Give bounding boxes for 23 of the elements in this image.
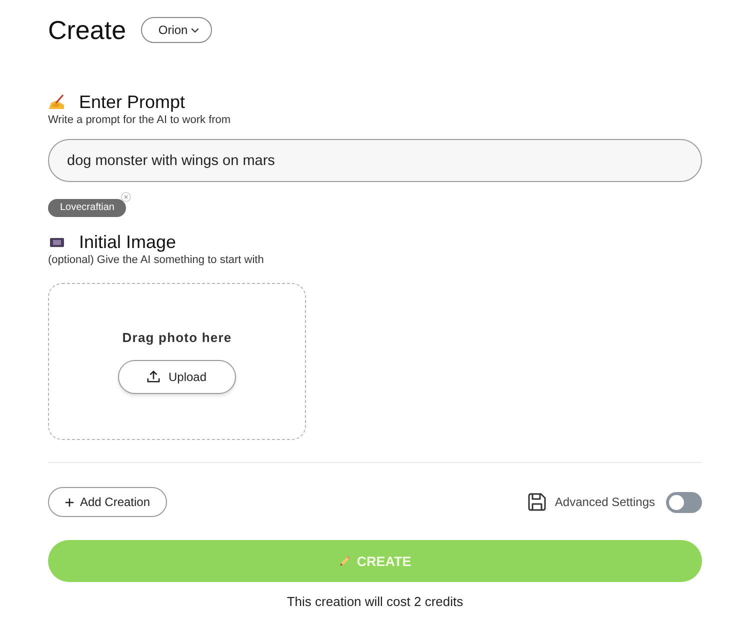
save-icon[interactable]: [528, 493, 546, 511]
caret-down-icon: [190, 28, 199, 32]
picture-frame-icon: [50, 238, 64, 246]
dropzone-label: Drag photo here: [122, 330, 232, 346]
section-subtitle: (optional) Give the AI something to start with: [48, 254, 265, 267]
upload-button[interactable]: Upload: [118, 360, 236, 394]
writing-hand-icon: [48, 94, 66, 110]
advanced-settings-label: Advanced Settings: [554, 495, 655, 509]
section-title: Enter Prompt: [79, 92, 186, 112]
cost-note: This creation will cost 2 credits: [286, 594, 464, 610]
advanced-settings-toggle[interactable]: [666, 492, 702, 512]
pencil-icon: [338, 555, 351, 567]
add-creation-button[interactable]: Add Creation: [48, 487, 167, 517]
section-subtitle: Write a prompt for the AI to work from: [48, 114, 232, 127]
section-title: Initial Image: [79, 232, 176, 252]
page-title: Create: [48, 15, 126, 45]
photo-dropzone[interactable]: Drag photo here Upload: [48, 283, 306, 440]
tag-chip[interactable]: Lovecraftian: [48, 198, 126, 216]
prompt-input[interactable]: dog monster with wings on mars: [48, 139, 702, 182]
plus-icon: [64, 498, 74, 506]
model-dropdown[interactable]: Orion: [141, 17, 212, 43]
upload-icon: [147, 370, 160, 383]
close-icon[interactable]: [121, 192, 132, 202]
